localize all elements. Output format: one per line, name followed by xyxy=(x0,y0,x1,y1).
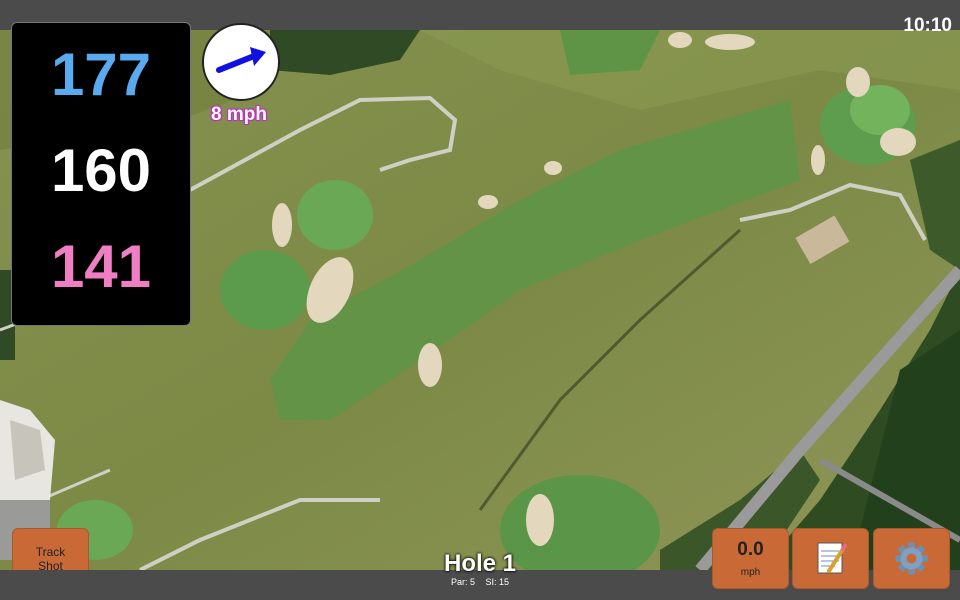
hole-par: Par: 5 xyxy=(450,577,475,587)
speed-unit: mph xyxy=(740,567,761,578)
hole-stroke-index: SI: 15 xyxy=(485,577,510,587)
clock: 10:10 xyxy=(903,15,952,36)
back-distance: 177 xyxy=(50,41,152,108)
speed-value: 0.0 xyxy=(737,539,764,560)
wind-speed: 8 mph xyxy=(211,104,267,125)
hole-info: Par: 5 SI: 15 xyxy=(380,577,580,587)
hole-title: Hole 1 xyxy=(443,550,517,577)
wind-indicator xyxy=(202,23,280,101)
settings-button[interactable] xyxy=(873,528,950,589)
right-arrow-icon xyxy=(216,47,266,73)
yardage-panel: 177 160 141 xyxy=(11,22,191,326)
track-shot-label-line1: Track xyxy=(35,544,66,559)
middle-distance: 160 xyxy=(50,137,152,204)
notepad-icon xyxy=(817,542,847,574)
front-distance: 141 xyxy=(50,233,152,300)
gear-icon xyxy=(895,542,928,575)
speed-button[interactable]: 0.0 mph xyxy=(712,528,789,589)
notes-button[interactable] xyxy=(792,528,869,589)
